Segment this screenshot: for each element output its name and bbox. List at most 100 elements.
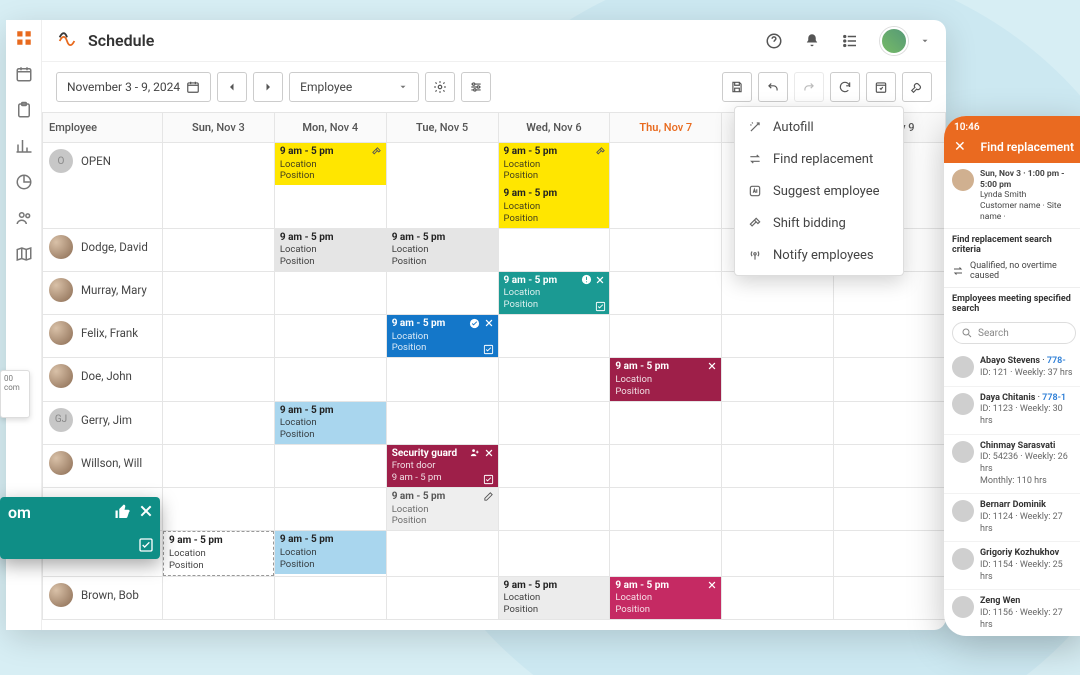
schedule-cell[interactable] [722,271,834,314]
nav-clipboard-icon[interactable] [14,100,34,120]
schedule-cell[interactable]: 9 am - 5 pmLocationPosition [274,531,386,576]
schedule-cell[interactable] [386,401,498,444]
schedule-cell[interactable] [722,315,834,358]
employee-cell[interactable]: Murray, Mary [43,271,163,314]
schedule-cell[interactable] [834,531,946,576]
schedule-cell[interactable] [498,488,610,531]
schedule-cell[interactable] [610,444,722,487]
schedule-cell[interactable] [163,576,275,619]
shift-block[interactable]: 9 am - 5 pmLocationPosition [275,402,386,444]
shift-block[interactable]: 9 am - 5 pmLocationPosition [387,488,498,530]
shift-block[interactable]: 9 am - 5 pmLocationPosition [387,229,498,271]
menu-suggest-employee[interactable]: Suggest employee [735,175,903,207]
schedule-cell[interactable] [386,271,498,314]
schedule-cell[interactable] [610,143,722,229]
shift-block[interactable]: 9 am - 5 pmLocationPosition [499,143,610,185]
schedule-cell[interactable]: 9 am - 5 pmLocationPosition [610,358,722,401]
schedule-cell[interactable] [722,576,834,619]
schedule-cell[interactable] [834,488,946,531]
schedule-cell[interactable] [834,401,946,444]
publish-button[interactable] [866,72,896,102]
close-icon[interactable] [138,503,154,521]
schedule-cell[interactable] [163,271,275,314]
schedule-cell[interactable] [163,228,275,271]
menu-autofill[interactable]: Autofill [735,111,903,143]
schedule-cell[interactable]: Security guardFront door9 am - 5 pm [386,444,498,487]
schedule-cell[interactable]: 9 am - 5 pmLocationPosition 9 am - 5 pmL… [498,143,610,229]
schedule-cell[interactable] [498,401,610,444]
bulletlist-icon[interactable] [836,27,864,55]
schedule-cell[interactable]: 9 am - 5 pmLocationPosition [274,228,386,271]
menu-notify-employees[interactable]: Notify employees [735,239,903,271]
schedule-cell[interactable] [163,401,275,444]
schedule-cell[interactable] [722,401,834,444]
nav-analytics-icon[interactable] [14,136,34,156]
schedule-cell[interactable] [610,315,722,358]
schedule-cell[interactable] [386,358,498,401]
mobile-close-icon[interactable]: ✕ [954,139,966,155]
schedule-cell[interactable]: 9 am - 5 pmLocationPosition [498,271,610,314]
employee-cell[interactable]: Willson, Will [43,444,163,487]
schedule-cell[interactable] [610,228,722,271]
undo-button[interactable] [758,72,788,102]
nav-map-icon[interactable] [14,244,34,264]
nav-piechart-icon[interactable] [14,172,34,192]
schedule-cell[interactable] [498,531,610,576]
candidate-item[interactable]: Abayo Stevens · 778- ID: 121 · Weekly: 3… [944,350,1080,386]
settings-gear-button[interactable] [425,72,455,102]
schedule-cell[interactable] [274,444,386,487]
employee-cell[interactable]: OOPEN [43,143,163,229]
schedule-cell[interactable] [274,315,386,358]
bell-icon[interactable] [798,27,826,55]
schedule-cell[interactable]: 9 am - 5 pmLocationPosition [386,488,498,531]
schedule-cell[interactable] [386,143,498,229]
schedule-cell[interactable] [163,358,275,401]
schedule-cell[interactable] [274,358,386,401]
schedule-cell[interactable] [834,444,946,487]
shift-block[interactable]: 9 am - 5 pmLocationPosition [275,143,386,185]
nav-calendar-icon[interactable] [14,64,34,84]
schedule-cell[interactable]: 9 am - 5 pmLocationPosition [163,531,275,576]
schedule-cell[interactable] [163,444,275,487]
schedule-cell[interactable] [274,488,386,531]
employee-cell[interactable]: Doe, John [43,358,163,401]
filter-sliders-button[interactable] [461,72,491,102]
schedule-cell[interactable] [498,315,610,358]
schedule-cell[interactable] [498,358,610,401]
schedule-cell[interactable] [722,358,834,401]
candidate-item[interactable]: Chinmay Sarasvati ID: 54236 · Weekly: 26… [944,435,1080,495]
schedule-cell[interactable] [498,228,610,271]
schedule-cell[interactable] [722,531,834,576]
shift-block[interactable]: Security guardFront door9 am - 5 pm [387,445,498,487]
schedule-cell[interactable] [834,315,946,358]
shift-block[interactable]: 9 am - 5 pmLocationPosition [387,315,498,357]
nav-people-icon[interactable] [14,208,34,228]
schedule-cell[interactable]: 9 am - 5 pmLocationPosition [386,228,498,271]
schedule-cell[interactable]: 9 am - 5 pmLocationPosition [386,315,498,358]
schedule-cell[interactable] [834,358,946,401]
save-button[interactable] [722,72,752,102]
menu-find-replacement[interactable]: Find replacement [735,143,903,175]
candidate-item[interactable]: Daya Chitanis · 778-1 ID: 1123 · Weekly:… [944,387,1080,435]
schedule-cell[interactable] [834,271,946,314]
schedule-cell[interactable] [610,271,722,314]
refresh-button[interactable] [830,72,860,102]
schedule-cell[interactable] [274,271,386,314]
criteria-row[interactable]: Qualified, no overtime caused [944,257,1080,288]
schedule-cell[interactable] [163,143,275,229]
help-icon[interactable] [760,27,788,55]
user-avatar[interactable] [880,27,908,55]
schedule-cell[interactable] [386,531,498,576]
shift-block[interactable]: 9 am - 5 pmLocationPosition [610,577,721,619]
schedule-cell[interactable] [274,576,386,619]
mobile-search-input[interactable]: Search [952,322,1076,344]
schedule-cell[interactable] [610,488,722,531]
schedule-cell[interactable]: 9 am - 5 pmLocationPosition [498,576,610,619]
shift-block[interactable]: 9 am - 5 pmLocationPosition [610,358,721,400]
schedule-cell[interactable] [498,444,610,487]
schedule-cell[interactable]: 9 am - 5 pmLocationPosition [610,576,722,619]
dragged-shift-card[interactable]: om [0,497,160,559]
employee-cell[interactable]: Brown, Bob [43,576,163,619]
schedule-cell[interactable] [386,576,498,619]
shift-block[interactable]: 9 am - 5 pmLocationPosition [499,272,610,314]
